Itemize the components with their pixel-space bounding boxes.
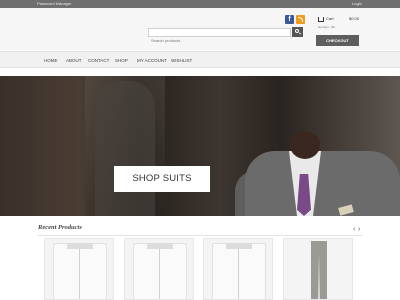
product-card[interactable] [283, 238, 353, 300]
search-icon [295, 29, 299, 33]
product-image-shirt [53, 243, 107, 299]
nav-item-contact[interactable]: CONTACT [88, 52, 109, 69]
search-box [148, 28, 291, 44]
product-card[interactable] [124, 238, 194, 300]
product-shirt-collar [147, 243, 173, 249]
product-shirt-collar [226, 243, 252, 249]
nav-item-about[interactable]: ABOUT [66, 52, 82, 69]
recent-products-divider [38, 235, 362, 236]
hero-background-figure [95, 81, 155, 216]
top-bar: Password Manager Login [0, 0, 400, 8]
cart-label[interactable]: Cart [326, 16, 334, 21]
product-shirt-collar [67, 243, 93, 249]
hero-model-head [290, 131, 320, 159]
cart-items-summary: items(s) - $0 [318, 25, 335, 29]
nav-item-shop[interactable]: SHOP [115, 52, 128, 69]
checkout-button[interactable]: CHECKOUT [316, 35, 359, 46]
login-link[interactable]: Login [352, 0, 362, 8]
product-image-shirt [212, 243, 266, 299]
cart-icon[interactable] [318, 17, 324, 22]
top-bar-text[interactable]: Password Manager [37, 0, 71, 8]
product-image-shirt [133, 243, 187, 299]
shop-suits-button[interactable]: SHOP SUITS [114, 166, 210, 192]
nav-item-wishlist[interactable]: WISHLIST [171, 52, 192, 69]
product-shirt-placket [159, 249, 160, 299]
cart-total: $0.00 [349, 16, 360, 21]
hero-banner [0, 76, 400, 216]
nav-item-my-account[interactable]: MY ACCOUNT [137, 52, 167, 69]
facebook-icon[interactable]: f [285, 15, 294, 24]
carousel-next-icon[interactable]: › [358, 226, 360, 233]
product-card[interactable] [44, 238, 114, 300]
search-input[interactable] [149, 37, 290, 44]
product-shirt-placket [238, 249, 239, 299]
search-button[interactable] [292, 27, 303, 37]
carousel-prev-icon[interactable]: ‹ [353, 226, 355, 233]
recent-products-heading: Recent Products [38, 224, 82, 231]
product-image-trousers [311, 241, 327, 299]
rss-icon[interactable] [296, 15, 305, 24]
nav-item-home[interactable]: HOME [44, 52, 58, 69]
product-card[interactable] [203, 238, 273, 300]
product-shirt-placket [79, 249, 80, 299]
hero-suit [245, 151, 400, 216]
main-nav: HOME ABOUT CONTACT SHOP MY ACCOUNT WISHL… [0, 51, 400, 68]
